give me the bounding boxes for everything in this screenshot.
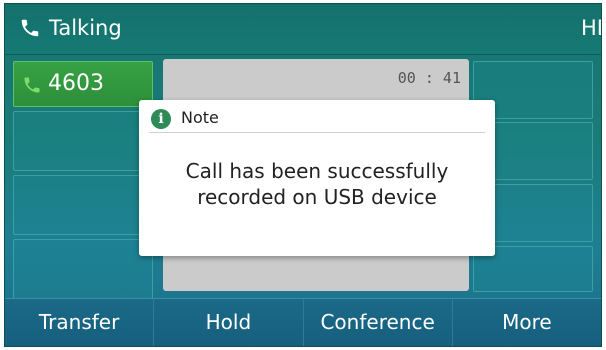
dialog-message-line: recorded on USB device [197, 185, 437, 209]
phone-screen: Talking HD 4603 00 : 41 i Note Call has … [4, 3, 602, 347]
line-key-active[interactable]: 4603 [13, 61, 153, 107]
conference-button[interactable]: Conference [304, 299, 453, 346]
dialog-message-line: Call has been successfully [185, 159, 449, 183]
dialog-header: i Note [149, 106, 485, 133]
phone-icon [24, 77, 40, 93]
dialog-title: Note [181, 108, 219, 127]
call-status-label: Talking [49, 16, 122, 40]
line-number: 4603 [48, 71, 104, 96]
note-dialog[interactable]: i Note Call has been successfully record… [139, 100, 495, 256]
softkey-bar: Transfer Hold Conference More [5, 298, 601, 346]
call-timer: 00 : 41 [397, 69, 461, 87]
hd-label: HD [581, 16, 601, 40]
line-key-empty[interactable] [13, 175, 153, 235]
hold-button[interactable]: Hold [154, 299, 304, 346]
dialog-message: Call has been successfully recorded on U… [139, 158, 495, 210]
line-key-empty[interactable] [13, 111, 153, 171]
line-key-empty[interactable] [13, 239, 153, 299]
more-button[interactable]: More [453, 299, 601, 346]
info-icon: i [151, 109, 171, 129]
transfer-button[interactable]: Transfer [5, 299, 155, 346]
status-bar: Talking HD [5, 4, 601, 55]
phone-icon [21, 19, 39, 37]
